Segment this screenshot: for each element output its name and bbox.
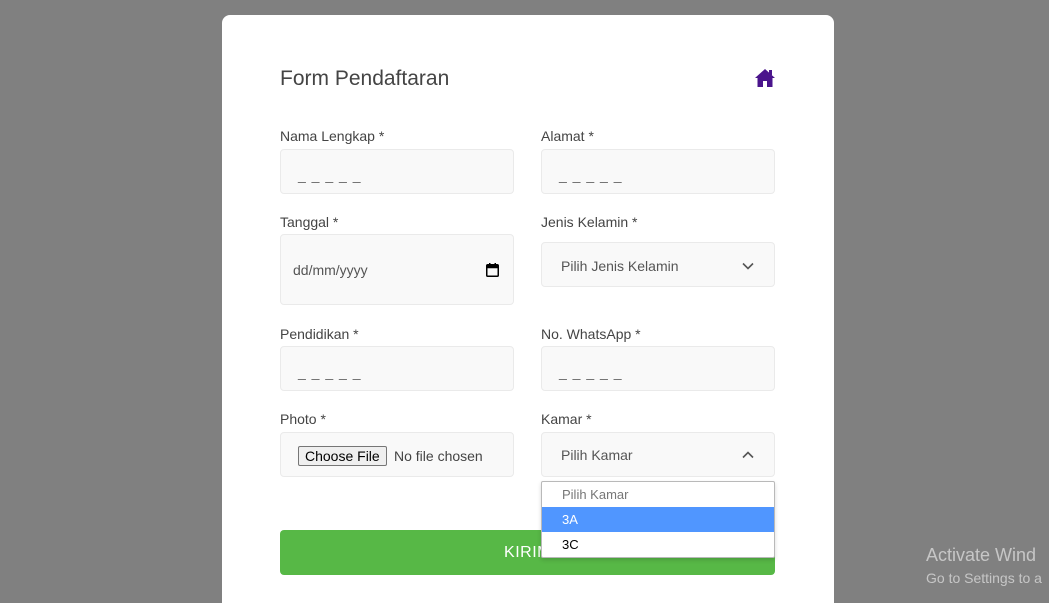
calendar-icon[interactable] [486,263,499,277]
alamat-label: Alamat * [541,128,594,144]
kamar-select[interactable]: Pilih Kamar [541,432,775,477]
jenis-kelamin-select[interactable]: Pilih Jenis Kelamin [541,242,775,287]
form-title: Form Pendaftaran [280,67,450,90]
kamar-label: Kamar * [541,411,592,427]
kamar-selected: Pilih Kamar [561,447,633,463]
kamar-option-3c[interactable]: 3C [542,532,774,557]
pendidikan-input[interactable]: _ _ _ _ _ [280,346,514,391]
pendidikan-placeholder: _ _ _ _ _ [298,364,362,380]
nama-placeholder: _ _ _ _ _ [298,167,362,183]
pendidikan-label: Pendidikan * [280,326,359,342]
whatsapp-placeholder: _ _ _ _ _ [559,364,623,380]
home-icon[interactable] [754,68,776,88]
kamar-dropdown-list: Pilih Kamar 3A 3C [541,481,775,558]
whatsapp-input[interactable]: _ _ _ _ _ [541,346,775,391]
choose-file-button[interactable]: Choose File [298,446,387,466]
tanggal-label: Tanggal * [280,214,339,230]
kamar-option-placeholder: Pilih Kamar [562,487,629,502]
kamar-option-3a[interactable]: 3A [542,507,774,532]
nama-input[interactable]: _ _ _ _ _ [280,149,514,194]
activation-watermark-subtitle: Go to Settings to a [926,570,1042,586]
tanggal-value: dd/mm/yyyy [293,262,368,278]
chevron-up-icon [742,451,754,459]
activation-watermark-title: Activate Wind [926,545,1037,565]
alamat-input[interactable]: _ _ _ _ _ [541,149,775,194]
nama-label: Nama Lengkap * [280,128,385,144]
photo-label: Photo * [280,411,326,427]
jenis-kelamin-label: Jenis Kelamin * [541,214,638,230]
whatsapp-label: No. WhatsApp * [541,326,641,342]
alamat-placeholder: _ _ _ _ _ [559,167,623,183]
jenis-kelamin-selected: Pilih Jenis Kelamin [561,258,679,274]
photo-input: Choose File No file chosen [280,432,514,477]
tanggal-input[interactable]: dd/mm/yyyy [280,234,514,305]
file-status: No file chosen [394,448,483,464]
chevron-down-icon [742,262,754,270]
